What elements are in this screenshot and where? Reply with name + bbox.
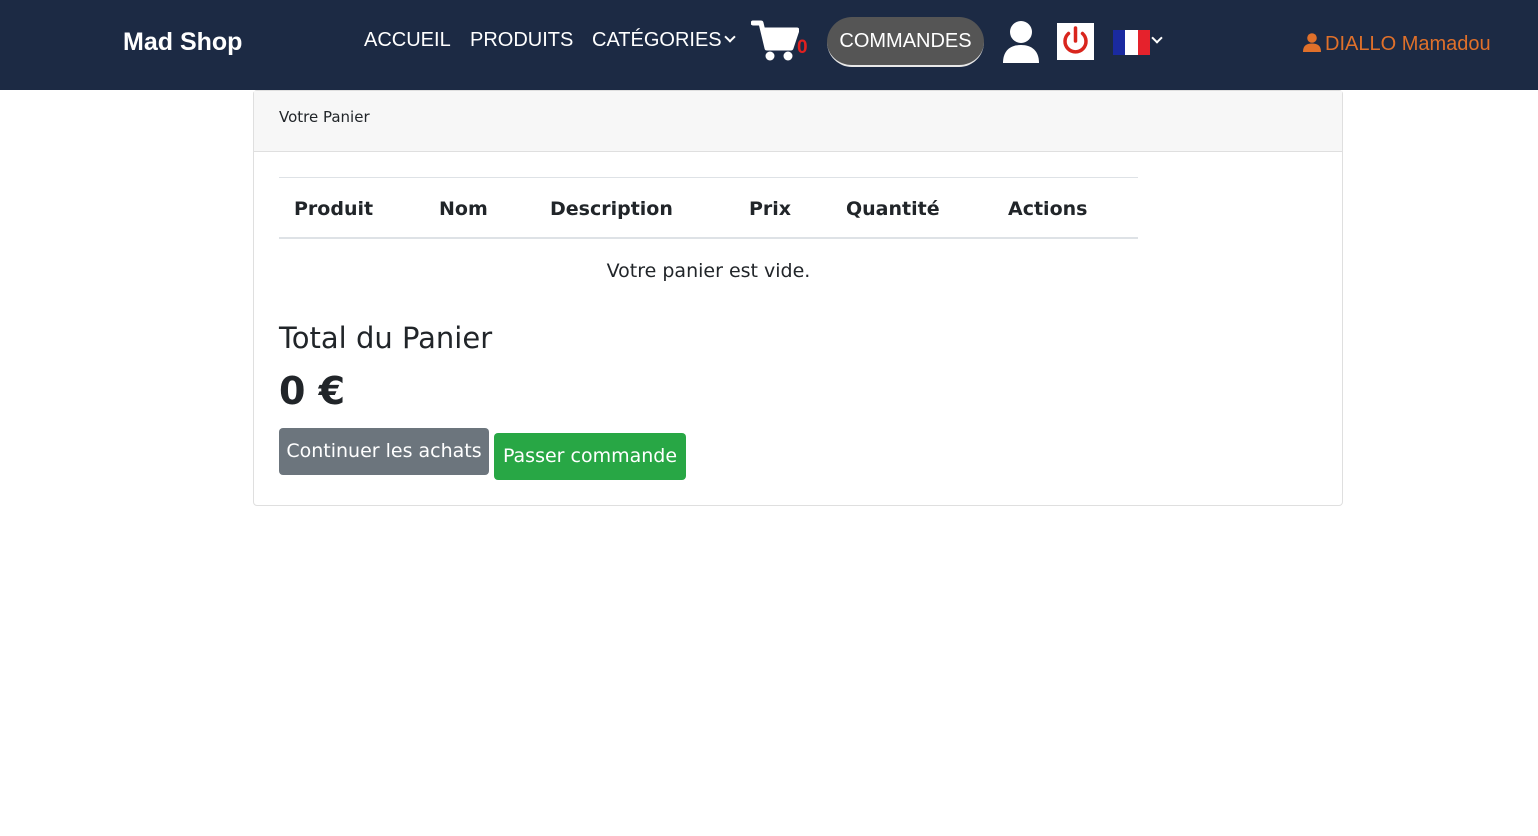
- cart-card: Votre Panier Produit Nom Description Pri…: [253, 90, 1343, 506]
- user-profile-button[interactable]: [1001, 20, 1041, 64]
- cart-count-badge: 0: [797, 37, 808, 58]
- language-chevron-down-icon[interactable]: [1151, 32, 1163, 44]
- user-small-icon: [1303, 33, 1321, 52]
- place-order-button[interactable]: Passer commande: [494, 433, 686, 480]
- nav-categories-label: CATÉGORIES: [592, 29, 722, 51]
- chevron-down-icon: [723, 31, 736, 43]
- cart-table: Produit Nom Description Prix Quantité Ac…: [279, 177, 1138, 282]
- flag-fr-icon[interactable]: [1113, 30, 1150, 55]
- column-header-prix: Prix: [749, 198, 792, 220]
- column-header-produit: Produit: [294, 198, 374, 220]
- total-title: Total du Panier: [279, 321, 493, 355]
- nav-categories-dropdown[interactable]: CATÉGORIES: [592, 29, 736, 52]
- brand-logo[interactable]: Mad Shop: [123, 28, 242, 57]
- user-name-label: DIALLO Mamadou: [1325, 33, 1491, 55]
- table-header: Produit Nom Description Prix Quantité Ac…: [279, 177, 1138, 239]
- column-header-description: Description: [550, 198, 673, 220]
- commandes-button[interactable]: COMMANDES: [827, 17, 984, 67]
- column-header-actions: Actions: [1008, 198, 1088, 220]
- nav-produits[interactable]: PRODUITS: [470, 29, 573, 52]
- column-header-quantite: Quantité: [846, 198, 940, 220]
- empty-cart-message: Votre panier est vide.: [606, 260, 811, 282]
- power-icon: [1063, 26, 1088, 54]
- continue-shopping-button[interactable]: Continuer les achats: [279, 428, 489, 475]
- card-header: Votre Panier: [254, 91, 1342, 152]
- column-header-nom: Nom: [439, 198, 488, 220]
- nav-accueil[interactable]: ACCUEIL: [364, 29, 451, 52]
- user-icon: [1003, 21, 1039, 63]
- total-value: 0 €: [279, 369, 346, 413]
- navbar: Mad Shop ACCUEIL PRODUITS CATÉGORIES 0 C…: [0, 0, 1538, 90]
- logout-button[interactable]: [1057, 23, 1094, 60]
- cart-button[interactable]: 0: [751, 20, 811, 65]
- cart-icon: [751, 20, 799, 61]
- user-account-link[interactable]: DIALLO Mamadou: [1303, 31, 1491, 56]
